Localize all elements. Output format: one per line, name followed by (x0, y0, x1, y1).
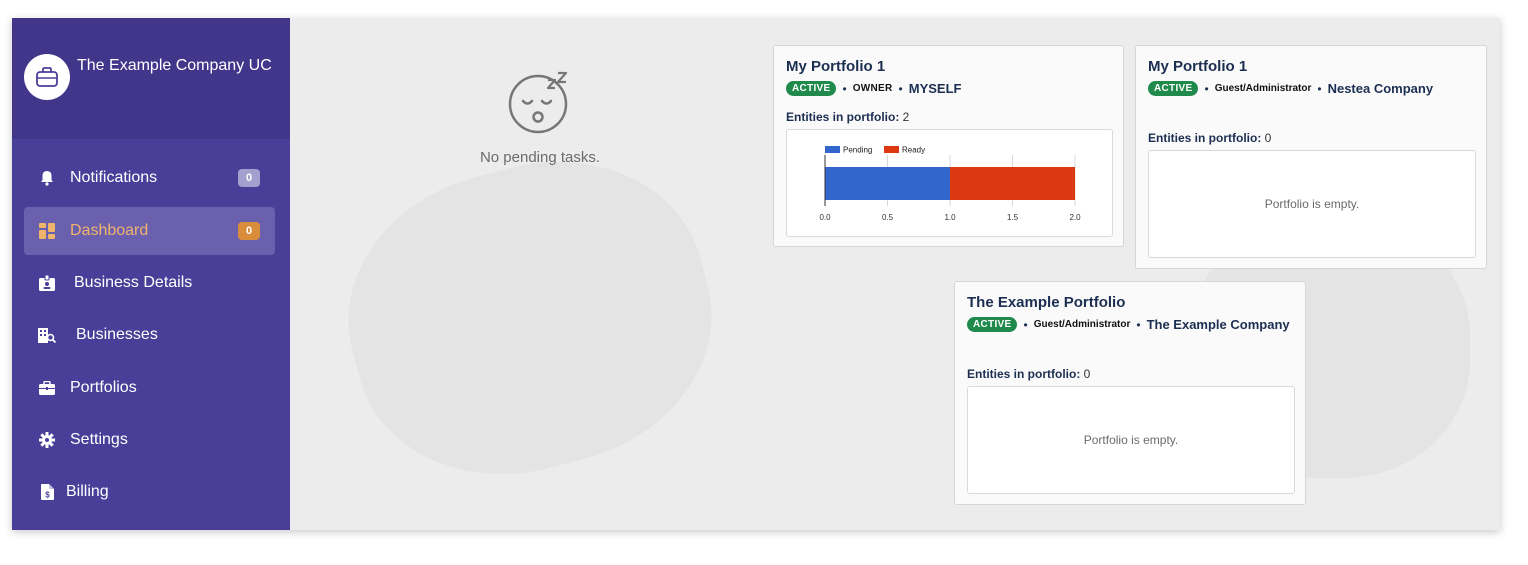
portfolio-owner: MYSELF (908, 81, 962, 96)
portfolio-role: Guest/Administrator (1033, 319, 1131, 330)
portfolio-chart-box: 0.0 0.5 1.0 1.5 2.0 Pending Ready (786, 129, 1113, 237)
entities-label: Entities in portfolio: (786, 110, 900, 124)
portfolio-role: OWNER (852, 83, 893, 94)
entities-status-chart: 0.0 0.5 1.0 1.5 2.0 Pending Ready (819, 146, 1081, 223)
notification-count-badge: 0 (238, 169, 260, 187)
sidebar-item-portfolios[interactable]: Portfolios (24, 364, 275, 412)
separator-dot: • (1317, 81, 1322, 96)
sleeping-face-icon (450, 70, 630, 139)
entities-count: Entities in portfolio: 0 (1148, 131, 1271, 145)
svg-text:$: $ (45, 491, 50, 500)
briefcase-icon (24, 54, 70, 100)
gear-icon (38, 431, 56, 449)
sidebar-item-businesses[interactable]: Businesses (24, 311, 275, 359)
separator-dot: • (1136, 317, 1141, 332)
portfolio-empty-box: Portfolio is empty. (1148, 150, 1476, 258)
briefcase-icon (38, 379, 56, 397)
chart-bar-ready (950, 167, 1075, 200)
sidebar-item-label: Businesses (76, 326, 158, 343)
portfolio-owner: The Example Company (1146, 317, 1290, 332)
dashboard-count-badge: 0 (238, 222, 260, 240)
brand-header: The Example Company UC (12, 18, 290, 139)
entities-label: Entities in portfolio: (967, 367, 1081, 381)
dashboard-main: No pending tasks. My Portfolio 1 ACTIVE … (290, 18, 1500, 530)
separator-dot: • (842, 81, 847, 96)
chart-legend-swatch (884, 146, 899, 153)
portfolio-empty-text: Portfolio is empty. (1083, 433, 1179, 447)
portfolio-card[interactable]: The Example Portfolio ACTIVE • Guest/Adm… (954, 281, 1306, 505)
chart-legend-label: Ready (902, 146, 925, 155)
entities-value: 2 (902, 110, 910, 124)
sidebar-item-label: Billing (66, 483, 109, 500)
portfolio-role: Guest/Administrator (1214, 83, 1312, 94)
chart-legend-label: Pending (843, 146, 872, 155)
separator-dot: • (898, 81, 903, 96)
invoice-icon: $ (38, 483, 56, 501)
status-badge: ACTIVE (967, 317, 1018, 332)
dashboard-icon (38, 222, 56, 240)
portfolio-title[interactable]: My Portfolio 1 (786, 58, 885, 75)
portfolio-title[interactable]: My Portfolio 1 (1148, 58, 1247, 75)
portfolio-empty-box: Portfolio is empty. (967, 386, 1295, 494)
chart-tick-label: 1.5 (1007, 213, 1019, 222)
entities-value: 0 (1083, 367, 1091, 381)
entities-value: 0 (1264, 131, 1272, 145)
chart-tick-label: 2.0 (1069, 213, 1081, 222)
portfolio-empty-text: Portfolio is empty. (1264, 197, 1360, 211)
separator-dot: • (1023, 317, 1028, 332)
sidebar-item-dashboard[interactable]: Dashboard 0 (24, 207, 275, 255)
portfolio-title[interactable]: The Example Portfolio (967, 294, 1125, 311)
world-map-background (317, 126, 743, 510)
chart-tick-label: 0.5 (882, 213, 894, 222)
entities-count: Entities in portfolio: 0 (967, 367, 1090, 381)
no-pending-tasks-text: No pending tasks. (479, 149, 601, 166)
app-window: The Example Company UC Notifications 0 D… (12, 18, 1500, 530)
sidebar-item-label: Settings (70, 431, 128, 448)
sidebar-item-label: Portfolios (70, 379, 137, 396)
building-search-icon (38, 326, 56, 344)
chart-bar-pending (825, 167, 950, 200)
company-name: The Example Company UC (77, 57, 272, 74)
pending-tasks-empty-state: No pending tasks. (450, 70, 630, 166)
chart-tick-label: 1.0 (944, 213, 956, 222)
portfolio-meta: ACTIVE • OWNER • MYSELF (786, 81, 961, 96)
chart-legend-swatch (825, 146, 840, 153)
sidebar: The Example Company UC Notifications 0 D… (12, 18, 290, 530)
entities-count: Entities in portfolio: 2 (786, 110, 909, 124)
sidebar-item-billing[interactable]: $ Billing (24, 468, 275, 516)
chart-tick-label: 0.0 (819, 213, 831, 222)
sidebar-item-notifications[interactable]: Notifications 0 (24, 154, 275, 202)
sidebar-item-label: Business Details (74, 274, 193, 291)
portfolio-meta: ACTIVE • Guest/Administrator • Nestea Co… (1148, 81, 1433, 96)
portfolio-owner: Nestea Company (1327, 81, 1434, 96)
separator-dot: • (1204, 81, 1209, 96)
id-badge-icon (38, 274, 56, 292)
portfolio-card[interactable]: My Portfolio 1 ACTIVE • OWNER • MYSELF E… (773, 45, 1124, 247)
portfolio-card[interactable]: My Portfolio 1 ACTIVE • Guest/Administra… (1135, 45, 1487, 269)
sidebar-item-label: Notifications (70, 169, 158, 186)
sidebar-item-settings[interactable]: Settings (24, 416, 275, 464)
bell-icon (38, 169, 56, 187)
status-badge: ACTIVE (786, 81, 837, 96)
sidebar-item-business-details[interactable]: Business Details (24, 259, 275, 307)
sidebar-item-label: Dashboard (70, 222, 149, 239)
portfolio-meta: ACTIVE • Guest/Administrator • The Examp… (967, 317, 1290, 332)
entities-label: Entities in portfolio: (1148, 131, 1262, 145)
status-badge: ACTIVE (1148, 81, 1199, 96)
